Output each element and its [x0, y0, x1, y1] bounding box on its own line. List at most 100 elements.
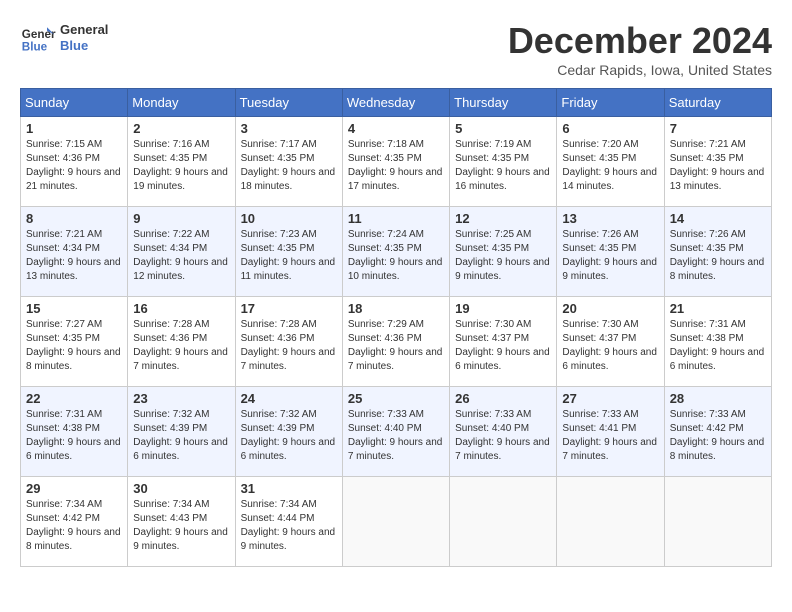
day-info: Sunrise: 7:24 AMSunset: 4:35 PMDaylight:… — [348, 229, 443, 282]
weekday-header-cell: Thursday — [450, 89, 557, 117]
logo-text: General Blue — [60, 22, 108, 53]
day-info: Sunrise: 7:28 AMSunset: 4:36 PMDaylight:… — [241, 319, 336, 372]
day-number: 30 — [133, 481, 229, 496]
day-number: 27 — [562, 391, 658, 406]
logo-line2: Blue — [60, 38, 108, 54]
day-number: 8 — [26, 211, 122, 226]
calendar-cell: 23 Sunrise: 7:32 AMSunset: 4:39 PMDaylig… — [128, 387, 235, 477]
calendar-cell: 28 Sunrise: 7:33 AMSunset: 4:42 PMDaylig… — [664, 387, 771, 477]
day-info: Sunrise: 7:30 AMSunset: 4:37 PMDaylight:… — [562, 319, 657, 372]
weekday-header-cell: Monday — [128, 89, 235, 117]
day-info: Sunrise: 7:31 AMSunset: 4:38 PMDaylight:… — [670, 319, 765, 372]
calendar-cell: 31 Sunrise: 7:34 AMSunset: 4:44 PMDaylig… — [235, 477, 342, 567]
calendar-cell: 26 Sunrise: 7:33 AMSunset: 4:40 PMDaylig… — [450, 387, 557, 477]
day-info: Sunrise: 7:32 AMSunset: 4:39 PMDaylight:… — [241, 409, 336, 462]
day-number: 7 — [670, 121, 766, 136]
weekday-header-cell: Sunday — [21, 89, 128, 117]
day-info: Sunrise: 7:17 AMSunset: 4:35 PMDaylight:… — [241, 139, 336, 192]
day-info: Sunrise: 7:33 AMSunset: 4:42 PMDaylight:… — [670, 409, 765, 462]
day-number: 25 — [348, 391, 444, 406]
calendar-cell: 24 Sunrise: 7:32 AMSunset: 4:39 PMDaylig… — [235, 387, 342, 477]
day-info: Sunrise: 7:34 AMSunset: 4:42 PMDaylight:… — [26, 499, 121, 552]
calendar-cell: 27 Sunrise: 7:33 AMSunset: 4:41 PMDaylig… — [557, 387, 664, 477]
calendar: SundayMondayTuesdayWednesdayThursdayFrid… — [20, 88, 772, 567]
calendar-week-row: 22 Sunrise: 7:31 AMSunset: 4:38 PMDaylig… — [21, 387, 772, 477]
day-number: 1 — [26, 121, 122, 136]
day-info: Sunrise: 7:20 AMSunset: 4:35 PMDaylight:… — [562, 139, 657, 192]
day-info: Sunrise: 7:32 AMSunset: 4:39 PMDaylight:… — [133, 409, 228, 462]
header: General Blue General Blue December 2024 … — [20, 20, 772, 78]
day-info: Sunrise: 7:33 AMSunset: 4:40 PMDaylight:… — [348, 409, 443, 462]
calendar-cell: 3 Sunrise: 7:17 AMSunset: 4:35 PMDayligh… — [235, 117, 342, 207]
calendar-cell: 12 Sunrise: 7:25 AMSunset: 4:35 PMDaylig… — [450, 207, 557, 297]
day-info: Sunrise: 7:29 AMSunset: 4:36 PMDaylight:… — [348, 319, 443, 372]
calendar-cell: 6 Sunrise: 7:20 AMSunset: 4:35 PMDayligh… — [557, 117, 664, 207]
calendar-cell: 1 Sunrise: 7:15 AMSunset: 4:36 PMDayligh… — [21, 117, 128, 207]
day-number: 3 — [241, 121, 337, 136]
logo-icon: General Blue — [20, 20, 56, 56]
weekday-header-cell: Friday — [557, 89, 664, 117]
day-info: Sunrise: 7:31 AMSunset: 4:38 PMDaylight:… — [26, 409, 121, 462]
day-number: 12 — [455, 211, 551, 226]
day-number: 21 — [670, 301, 766, 316]
calendar-cell: 15 Sunrise: 7:27 AMSunset: 4:35 PMDaylig… — [21, 297, 128, 387]
day-number: 10 — [241, 211, 337, 226]
day-info: Sunrise: 7:27 AMSunset: 4:35 PMDaylight:… — [26, 319, 121, 372]
day-number: 28 — [670, 391, 766, 406]
day-number: 18 — [348, 301, 444, 316]
calendar-cell: 14 Sunrise: 7:26 AMSunset: 4:35 PMDaylig… — [664, 207, 771, 297]
title-section: December 2024 Cedar Rapids, Iowa, United… — [508, 20, 772, 78]
day-info: Sunrise: 7:22 AMSunset: 4:34 PMDaylight:… — [133, 229, 228, 282]
day-number: 15 — [26, 301, 122, 316]
month-title: December 2024 — [508, 20, 772, 62]
day-info: Sunrise: 7:26 AMSunset: 4:35 PMDaylight:… — [670, 229, 765, 282]
day-number: 31 — [241, 481, 337, 496]
day-number: 17 — [241, 301, 337, 316]
calendar-cell — [342, 477, 449, 567]
calendar-week-row: 1 Sunrise: 7:15 AMSunset: 4:36 PMDayligh… — [21, 117, 772, 207]
day-number: 23 — [133, 391, 229, 406]
day-info: Sunrise: 7:19 AMSunset: 4:35 PMDaylight:… — [455, 139, 550, 192]
day-info: Sunrise: 7:18 AMSunset: 4:35 PMDaylight:… — [348, 139, 443, 192]
day-info: Sunrise: 7:34 AMSunset: 4:44 PMDaylight:… — [241, 499, 336, 552]
day-number: 13 — [562, 211, 658, 226]
calendar-cell — [664, 477, 771, 567]
calendar-cell: 8 Sunrise: 7:21 AMSunset: 4:34 PMDayligh… — [21, 207, 128, 297]
day-number: 20 — [562, 301, 658, 316]
day-number: 16 — [133, 301, 229, 316]
day-number: 9 — [133, 211, 229, 226]
day-info: Sunrise: 7:28 AMSunset: 4:36 PMDaylight:… — [133, 319, 228, 372]
day-info: Sunrise: 7:30 AMSunset: 4:37 PMDaylight:… — [455, 319, 550, 372]
calendar-cell: 21 Sunrise: 7:31 AMSunset: 4:38 PMDaylig… — [664, 297, 771, 387]
day-info: Sunrise: 7:16 AMSunset: 4:35 PMDaylight:… — [133, 139, 228, 192]
day-info: Sunrise: 7:33 AMSunset: 4:40 PMDaylight:… — [455, 409, 550, 462]
calendar-cell: 29 Sunrise: 7:34 AMSunset: 4:42 PMDaylig… — [21, 477, 128, 567]
calendar-cell — [450, 477, 557, 567]
calendar-cell: 11 Sunrise: 7:24 AMSunset: 4:35 PMDaylig… — [342, 207, 449, 297]
weekday-header-cell: Wednesday — [342, 89, 449, 117]
calendar-cell: 7 Sunrise: 7:21 AMSunset: 4:35 PMDayligh… — [664, 117, 771, 207]
calendar-cell — [557, 477, 664, 567]
day-number: 19 — [455, 301, 551, 316]
calendar-cell: 5 Sunrise: 7:19 AMSunset: 4:35 PMDayligh… — [450, 117, 557, 207]
logo-line1: General — [60, 22, 108, 38]
calendar-cell: 18 Sunrise: 7:29 AMSunset: 4:36 PMDaylig… — [342, 297, 449, 387]
calendar-cell: 30 Sunrise: 7:34 AMSunset: 4:43 PMDaylig… — [128, 477, 235, 567]
day-number: 4 — [348, 121, 444, 136]
day-number: 5 — [455, 121, 551, 136]
location-title: Cedar Rapids, Iowa, United States — [508, 62, 772, 78]
svg-text:Blue: Blue — [22, 41, 48, 54]
day-number: 26 — [455, 391, 551, 406]
day-info: Sunrise: 7:33 AMSunset: 4:41 PMDaylight:… — [562, 409, 657, 462]
weekday-header-cell: Tuesday — [235, 89, 342, 117]
calendar-week-row: 15 Sunrise: 7:27 AMSunset: 4:35 PMDaylig… — [21, 297, 772, 387]
day-number: 22 — [26, 391, 122, 406]
calendar-cell: 13 Sunrise: 7:26 AMSunset: 4:35 PMDaylig… — [557, 207, 664, 297]
day-info: Sunrise: 7:21 AMSunset: 4:35 PMDaylight:… — [670, 139, 765, 192]
weekday-header-cell: Saturday — [664, 89, 771, 117]
day-info: Sunrise: 7:25 AMSunset: 4:35 PMDaylight:… — [455, 229, 550, 282]
calendar-cell: 25 Sunrise: 7:33 AMSunset: 4:40 PMDaylig… — [342, 387, 449, 477]
day-info: Sunrise: 7:26 AMSunset: 4:35 PMDaylight:… — [562, 229, 657, 282]
calendar-cell: 19 Sunrise: 7:30 AMSunset: 4:37 PMDaylig… — [450, 297, 557, 387]
calendar-cell: 9 Sunrise: 7:22 AMSunset: 4:34 PMDayligh… — [128, 207, 235, 297]
